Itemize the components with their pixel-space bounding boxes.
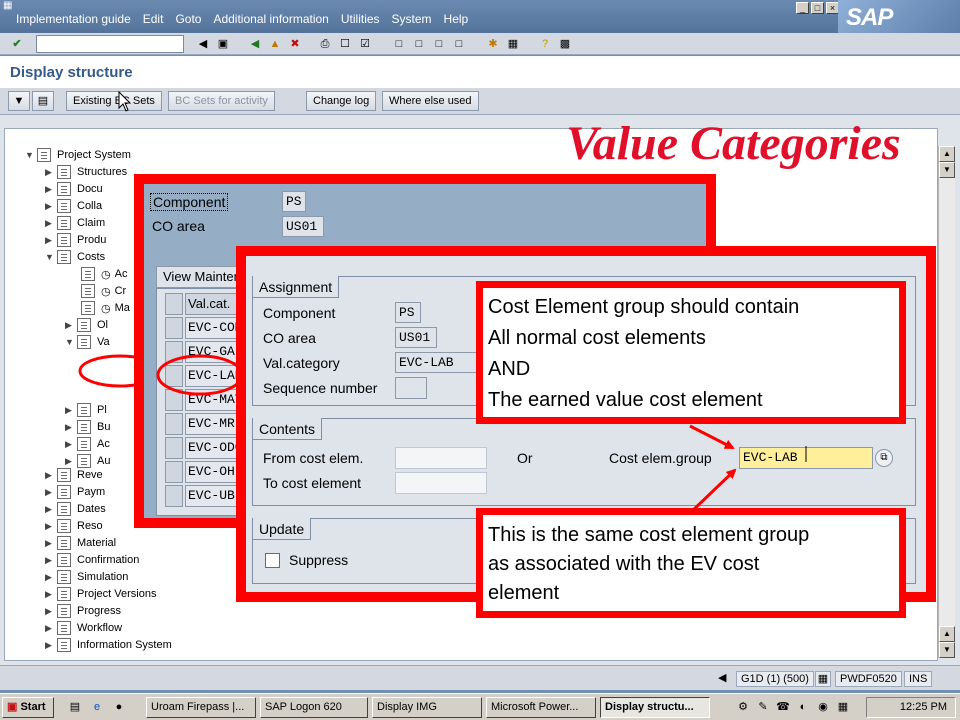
system-info: G1D (1) (500) xyxy=(736,671,814,687)
start-button[interactable]: ▣ Start xyxy=(2,697,54,718)
browser-icon[interactable]: e xyxy=(90,700,104,714)
tray-icon[interactable]: ▦ xyxy=(836,700,850,714)
arrow-from-same-group xyxy=(688,468,737,515)
arrow-to-group-field xyxy=(689,424,735,450)
quicklaunch-icon[interactable]: ● xyxy=(112,700,126,714)
system-clock: 12:25 PM xyxy=(866,697,956,718)
taskbar-button-powerpoint[interactable]: Microsoft Power... xyxy=(486,697,596,718)
tray-icon[interactable]: ◉ xyxy=(816,700,830,714)
status-collapse-icon[interactable]: ◀ xyxy=(714,671,730,687)
taskbar-button-display-structure[interactable]: Display structu... xyxy=(600,697,710,718)
input-mode: INS xyxy=(904,671,933,687)
show-desktop-icon[interactable]: ▤ xyxy=(68,700,82,714)
callout-arrows xyxy=(688,424,807,515)
tray-icon[interactable]: ✎ xyxy=(756,700,770,714)
tray-icon[interactable]: ☎ xyxy=(776,700,790,714)
taskbar-button-sap-logon[interactable]: SAP Logon 620 xyxy=(260,697,368,718)
status-info-icon[interactable]: ▦ xyxy=(815,671,831,687)
windows-logo-icon: ▣ xyxy=(7,701,18,713)
status-bar: ◀ G1D (1) (500) ▦ PWDF0520 INS xyxy=(0,665,960,690)
taskbar: ▣ Start ▤ e ● Uroam Firepass |... SAP Lo… xyxy=(0,693,960,720)
tray-icon[interactable]: ⚙ xyxy=(736,700,750,714)
tray-icon[interactable]: ◐ xyxy=(796,700,810,714)
taskbar-button-firepass[interactable]: Uroam Firepass |... xyxy=(146,697,256,718)
taskbar-button-display-img[interactable]: Display IMG xyxy=(372,697,482,718)
server-info: PWDF0520 xyxy=(835,671,902,687)
